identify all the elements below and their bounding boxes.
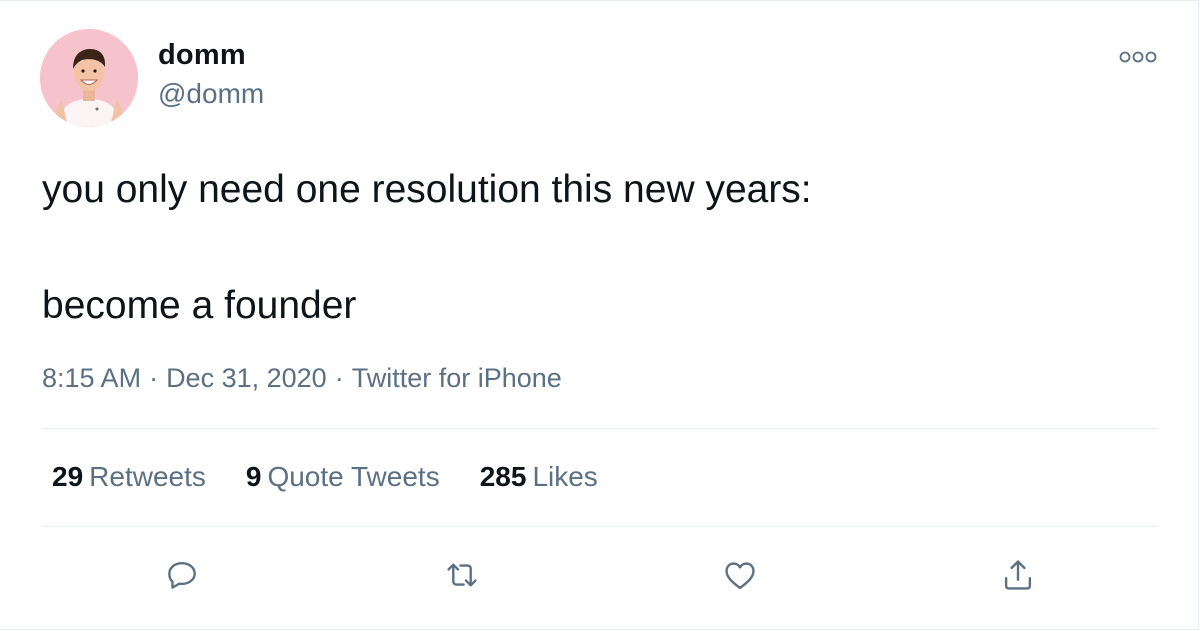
author-handle[interactable]: @domm [158, 78, 264, 110]
retweets-stat[interactable]: 29 Retweets [52, 461, 206, 492]
tweet-meta: 8:15 AM · Dec 31, 2020 · Twitter for iPhone [42, 363, 562, 394]
likes-stat[interactable]: 285 Likes [480, 461, 598, 492]
tweet-source[interactable]: Twitter for iPhone [352, 363, 562, 393]
meta-separator: · [334, 363, 344, 393]
tweet-date[interactable]: Dec 31, 2020 [166, 363, 327, 393]
reply-icon [168, 561, 196, 589]
quote-tweets-stat[interactable]: 9 Quote Tweets [246, 461, 440, 492]
like-button[interactable] [718, 553, 762, 597]
divider [42, 428, 1158, 429]
more-icon [1119, 51, 1157, 63]
tweet-stats: 29 Retweets 9 Quote Tweets 285 Likes [52, 461, 638, 493]
tweet-time[interactable]: 8:15 AM [42, 363, 141, 393]
share-button[interactable] [996, 553, 1040, 597]
avatar-photo [40, 29, 138, 127]
divider [42, 526, 1158, 527]
reply-button[interactable] [160, 553, 204, 597]
avatar[interactable] [40, 29, 138, 127]
more-button[interactable] [1116, 43, 1160, 71]
tweet-text: you only need one resolution this new ye… [42, 168, 812, 327]
quote-tweets-count: 9 [245, 461, 262, 492]
tweet-card: domm @domm you only need one resolution … [0, 0, 1199, 630]
retweets-count: 29 [52, 461, 84, 492]
heart-icon [725, 562, 755, 590]
quote-tweets-label: Quote Tweets [267, 461, 440, 492]
likes-label: Likes [532, 461, 598, 492]
retweet-button[interactable] [440, 553, 484, 597]
retweet-icon [447, 563, 477, 587]
author-display-name[interactable]: domm [158, 39, 246, 72]
share-icon [1004, 560, 1032, 590]
retweets-label: Retweets [89, 461, 206, 492]
meta-separator: · [149, 363, 159, 393]
likes-count: 285 [479, 461, 527, 492]
